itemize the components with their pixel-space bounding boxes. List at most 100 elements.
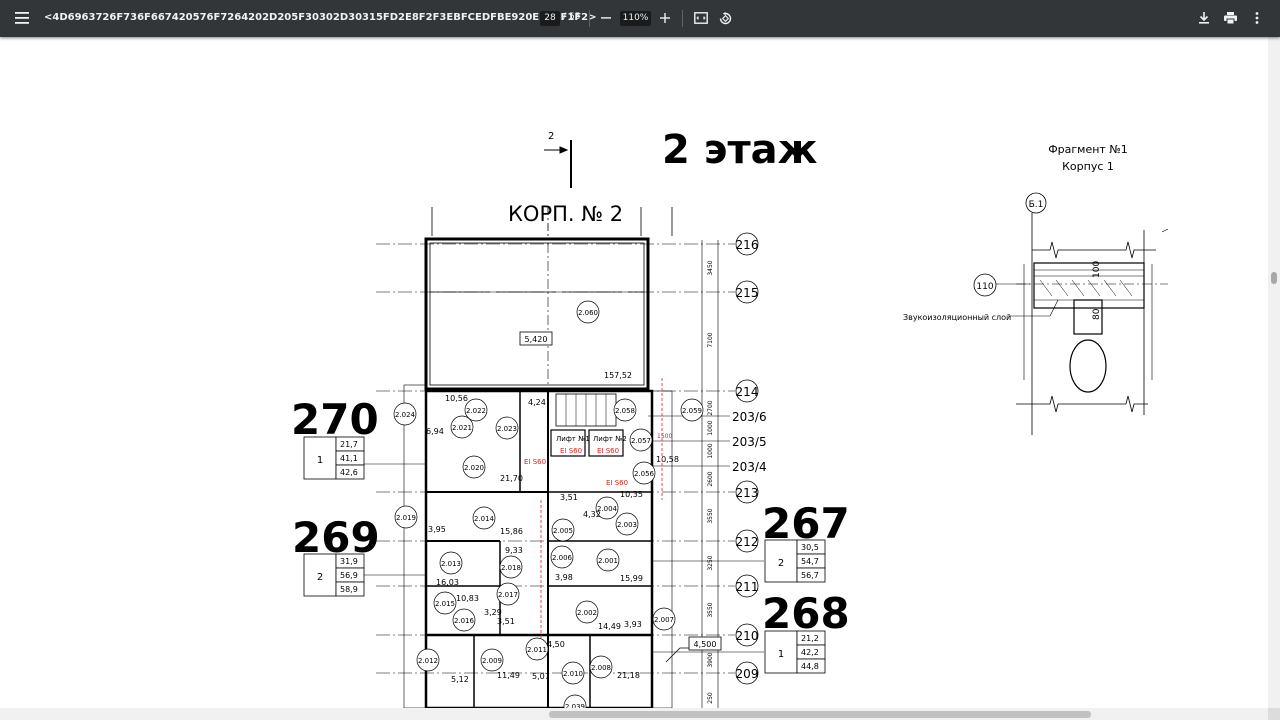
room-area: 3,95 bbox=[428, 525, 446, 534]
lift-label: Лифт №1 bbox=[556, 435, 590, 443]
room-area: 3,98 bbox=[555, 573, 573, 582]
apartment-rooms: 1 bbox=[778, 649, 784, 660]
apartment-area: 44,8 bbox=[801, 662, 819, 671]
apartment-rooms: 1 bbox=[317, 455, 323, 466]
room-code: 2.021 bbox=[452, 424, 472, 432]
download-button[interactable] bbox=[1192, 6, 1216, 30]
room-area: 14,49 bbox=[598, 622, 621, 631]
more-actions-button[interactable] bbox=[1245, 6, 1269, 30]
rotate-button[interactable] bbox=[713, 6, 737, 30]
room-area: 10,56 bbox=[445, 394, 468, 403]
dimension-label: 1000 bbox=[707, 443, 714, 458]
room-code: 2.002 bbox=[577, 609, 597, 617]
print-button[interactable] bbox=[1218, 6, 1242, 30]
room-code: 2.010 bbox=[563, 670, 583, 678]
dimension-label: 3250 bbox=[707, 555, 714, 570]
room-code: 2.011 bbox=[527, 646, 547, 654]
room-area: 10,35 bbox=[620, 490, 643, 499]
apartment-area: 21,2 bbox=[801, 634, 819, 643]
room-code: 2.016 bbox=[454, 617, 475, 625]
dimension-label: 3550 bbox=[707, 508, 714, 523]
axis-label: 203/6 bbox=[732, 410, 767, 424]
room-code: 2.022 bbox=[466, 407, 486, 415]
room-code: 2.023 bbox=[497, 425, 517, 433]
fit-to-page-button[interactable] bbox=[689, 6, 713, 30]
room-area: 6,94 bbox=[426, 427, 444, 436]
hamburger-menu-icon[interactable] bbox=[10, 6, 34, 30]
dimension-label: 3900 bbox=[707, 652, 714, 667]
room-code: 2.058 bbox=[615, 407, 635, 415]
room-code: 2.020 bbox=[464, 464, 484, 472]
axis-label: 209 bbox=[736, 667, 759, 681]
fire-rating-label: EI S60 bbox=[597, 447, 619, 455]
axis-label: 203/5 bbox=[732, 435, 767, 449]
room-area: 157,52 bbox=[604, 371, 632, 380]
fragment-dim-label: 100 bbox=[1092, 261, 1102, 278]
room-area: 4,50 bbox=[547, 640, 565, 649]
fragment-axis-label: Б.1 bbox=[1029, 200, 1044, 210]
page-separator: / bbox=[563, 12, 567, 22]
axis-label: 212 bbox=[736, 535, 759, 549]
pdf-toolbar: <4D6963726F736F667420576F7264202D205F303… bbox=[0, 0, 1280, 37]
zoom-input[interactable]: 110% bbox=[620, 11, 651, 26]
fire-rating-label: EI S60 bbox=[560, 447, 582, 455]
print-icon bbox=[1223, 12, 1237, 24]
vertical-scrollbar[interactable] bbox=[1268, 37, 1280, 708]
room-code: 2.024 bbox=[395, 411, 416, 419]
room-code: 2.019 bbox=[396, 514, 416, 522]
axis-label: 203/4 bbox=[732, 460, 767, 474]
dimension-label: 1000 bbox=[707, 420, 714, 435]
page-total: 55 bbox=[569, 12, 581, 22]
building-title: КОРП. № 2 bbox=[508, 202, 623, 226]
level-mark: 5,420 bbox=[525, 335, 548, 344]
room-area: 3,93 bbox=[624, 620, 642, 629]
room-area: 4,24 bbox=[528, 398, 546, 407]
room-area: 15,99 bbox=[620, 574, 643, 583]
dimension-label: 250 bbox=[707, 692, 714, 704]
apartment-rooms: 2 bbox=[317, 572, 323, 583]
fire-rating-label: EI S60 bbox=[524, 458, 546, 466]
axis-label: 211 bbox=[736, 580, 759, 594]
room-area: 4,32 bbox=[583, 510, 601, 519]
apartment-area: 30,5 bbox=[801, 543, 819, 552]
fragment-subtitle: Корпус 1 bbox=[1062, 160, 1114, 173]
room-code: 2.012 bbox=[418, 657, 438, 665]
fragment-ref-label: 110 bbox=[976, 282, 993, 292]
room-code: 2.005 bbox=[553, 527, 573, 535]
horizontal-scrollbar[interactable] bbox=[0, 708, 1268, 720]
level-mark: 4,500 bbox=[694, 640, 717, 649]
axis-label: 215 bbox=[736, 286, 759, 300]
room-code: 2.015 bbox=[435, 600, 455, 608]
apartment-area: 42,2 bbox=[801, 648, 819, 657]
room-area: 3,51 bbox=[497, 617, 515, 626]
room-area: 9,33 bbox=[505, 546, 523, 555]
horizontal-scroll-thumb[interactable] bbox=[549, 711, 1091, 718]
apartment-area: 54,7 bbox=[801, 557, 819, 566]
pdf-page-viewport[interactable]: 2 этаж КОРП. № 2 2 Фрагмент №1 Корпус 1 Б.1 11… bbox=[0, 37, 1268, 708]
lift-label: Лифт №2 bbox=[593, 435, 627, 443]
sound-layer-label: Звукоизоляционный слой bbox=[903, 313, 1011, 322]
more-vertical-icon bbox=[1255, 12, 1259, 24]
page-number-input[interactable]: 28 bbox=[540, 11, 560, 26]
dimension-label: 2700 bbox=[707, 400, 714, 415]
vertical-scroll-thumb[interactable] bbox=[1271, 272, 1277, 284]
scrollbar-corner bbox=[1268, 708, 1280, 720]
room-code: 2.003 bbox=[617, 521, 637, 529]
axis-label: 214 bbox=[736, 385, 759, 399]
fire-rating-label: EI S60 bbox=[606, 479, 628, 487]
axis-label: 213 bbox=[736, 486, 759, 500]
room-area: 21,18 bbox=[617, 671, 640, 680]
apartment-area: 21,7 bbox=[340, 440, 358, 449]
zoom-out-button[interactable] bbox=[594, 6, 618, 30]
room-area: 3,51 bbox=[560, 493, 578, 502]
room-code: 2.059 bbox=[682, 407, 702, 415]
room-code: 2.056 bbox=[634, 470, 655, 478]
apartment-rooms: 2 bbox=[778, 558, 784, 569]
floor-title: 2 этаж bbox=[662, 127, 818, 173]
room-code: 2.013 bbox=[441, 560, 461, 568]
apartment-area: 31,9 bbox=[340, 557, 358, 566]
room-code: 2.009 bbox=[482, 657, 502, 665]
room-area: 5,12 bbox=[451, 675, 469, 684]
apartment-area: 56,9 bbox=[340, 571, 358, 580]
zoom-in-button[interactable] bbox=[653, 6, 677, 30]
